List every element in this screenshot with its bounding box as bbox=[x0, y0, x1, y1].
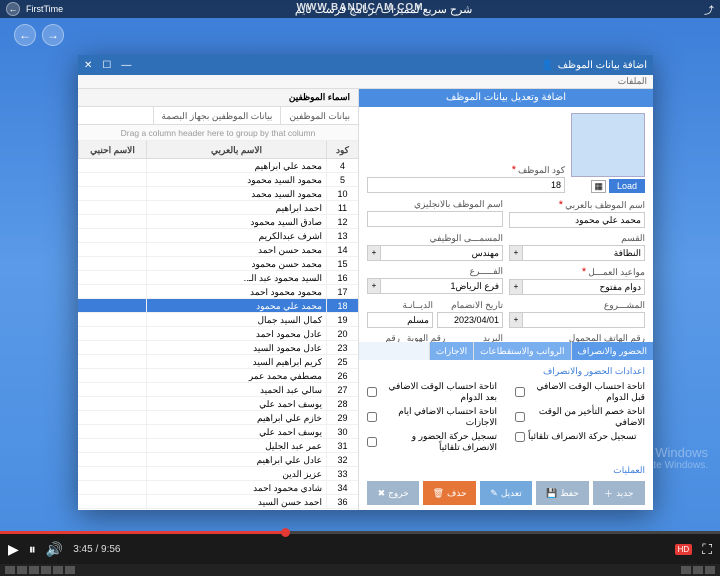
table-row[interactable]: 10محمود السيد محمد bbox=[78, 187, 358, 201]
chk-deduct-late[interactable] bbox=[515, 412, 525, 422]
ribbon-tab[interactable]: الملفات bbox=[618, 76, 647, 87]
edit-button[interactable]: ✎تعديل bbox=[480, 481, 532, 505]
table-row[interactable]: 16السيد محمود عبد الـ.. bbox=[78, 271, 358, 285]
table-row[interactable]: 11احمد ابراهيم bbox=[78, 201, 358, 215]
table-row[interactable]: 19كمال السيد جمال bbox=[78, 313, 358, 327]
maximize-icon[interactable]: ☐ bbox=[102, 60, 111, 71]
list-title: اسماء الموظفين bbox=[281, 92, 358, 103]
time-display: 3:45 / 9:56 bbox=[73, 544, 120, 555]
schedule-combo[interactable] bbox=[509, 279, 645, 295]
pause-button[interactable]: ⏸ bbox=[29, 541, 36, 558]
share-icon[interactable]: ⤴ bbox=[704, 2, 714, 17]
project-combo[interactable] bbox=[509, 312, 645, 328]
nav-back-button[interactable]: ← bbox=[14, 24, 36, 46]
table-row[interactable]: 17محمود محمود احمد bbox=[78, 285, 358, 299]
employee-window: ✕ ☐ — اضافة بيانات الموظف 👤 الملفات اضافة… bbox=[78, 55, 653, 510]
form-title: اضافة وتعديل بيانات الموظف bbox=[359, 89, 653, 107]
recorder-watermark: WWW.BANDICAM.COM bbox=[296, 2, 423, 13]
schedule-add-button[interactable]: + bbox=[509, 279, 523, 295]
name-ar-input[interactable] bbox=[509, 212, 645, 228]
table-row[interactable]: 15محمد حسن محمود bbox=[78, 257, 358, 271]
table-row[interactable]: 42محمود السيد محمود bbox=[78, 509, 358, 510]
branch-combo[interactable] bbox=[367, 278, 503, 294]
table-row[interactable]: 31عمر عبد الجليل bbox=[78, 439, 358, 453]
taskbar bbox=[0, 564, 720, 576]
back-nav-icon[interactable]: ← bbox=[6, 2, 20, 16]
employee-code-input[interactable] bbox=[367, 177, 565, 193]
image-icon[interactable]: ▦ bbox=[591, 180, 606, 193]
list-tab-data[interactable]: بيانات الموظفين bbox=[280, 107, 358, 124]
delete-button[interactable]: 🗑حذف bbox=[423, 481, 475, 505]
table-row[interactable]: 29خازم علي ابراهيم bbox=[78, 411, 358, 425]
table-row[interactable]: 13اشرف عبدالكريم bbox=[78, 229, 358, 243]
tab-leaves[interactable]: الاجازات bbox=[429, 342, 473, 360]
save-button[interactable]: 💾حفظ bbox=[536, 481, 588, 505]
branch-add-button[interactable]: + bbox=[367, 278, 381, 294]
load-photo-button[interactable]: Load bbox=[609, 179, 645, 193]
table-row[interactable]: 36احمد حسن السيد bbox=[78, 495, 358, 509]
join-date-input[interactable] bbox=[437, 312, 503, 328]
chk-ot-after[interactable] bbox=[367, 387, 377, 397]
dept-combo[interactable] bbox=[509, 245, 645, 261]
exit-button[interactable]: ✖خروج bbox=[367, 481, 419, 505]
table-row[interactable]: 23عادل محمود السيد bbox=[78, 341, 358, 355]
chk-auto-inout[interactable] bbox=[367, 437, 377, 447]
seek-bar[interactable] bbox=[0, 531, 720, 534]
chk-ot-holiday[interactable] bbox=[367, 412, 377, 422]
tab-salary[interactable]: الرواتب والاستقطاعات bbox=[473, 342, 570, 360]
table-row[interactable]: 32عادل علي ابراهيم bbox=[78, 453, 358, 467]
table-row[interactable]: 26مصطفي محمد عمر bbox=[78, 369, 358, 383]
hd-badge[interactable]: HD bbox=[675, 544, 693, 555]
table-row[interactable]: 28يوسف احمد علي bbox=[78, 397, 358, 411]
job-add-button[interactable]: + bbox=[367, 245, 381, 261]
windows-watermark: Activate Windows Go to Settings to activ… bbox=[550, 445, 708, 471]
minimize-icon[interactable]: — bbox=[121, 60, 131, 71]
table-row[interactable]: 33عزيز الدين bbox=[78, 467, 358, 481]
table-row[interactable]: 27سالي عبد الحميد bbox=[78, 383, 358, 397]
project-add-button[interactable]: + bbox=[509, 312, 523, 328]
close-icon[interactable]: ✕ bbox=[84, 60, 92, 71]
table-row[interactable]: 30يوسف احمد علي bbox=[78, 425, 358, 439]
play-button[interactable]: ▶ bbox=[8, 541, 19, 558]
table-row[interactable]: 20عادل محمود احمد bbox=[78, 327, 358, 341]
table-row[interactable]: 12صادق السيد محمود bbox=[78, 215, 358, 229]
chk-ot-before[interactable] bbox=[515, 387, 525, 397]
employee-photo bbox=[571, 113, 645, 177]
table-row[interactable]: 5محمود السيد محمود bbox=[78, 173, 358, 187]
new-button[interactable]: ＋جديد bbox=[593, 481, 645, 505]
window-title: اضافة بيانات الموظف bbox=[558, 60, 647, 71]
table-row[interactable]: 14محمد حسن احمد bbox=[78, 243, 358, 257]
user-icon: 👤 bbox=[541, 60, 553, 71]
group-hint: Drag a column header here to group by th… bbox=[78, 125, 358, 141]
app-name: FirstTime bbox=[26, 4, 63, 14]
chk-auto-out[interactable] bbox=[515, 432, 525, 442]
dept-add-button[interactable]: + bbox=[509, 245, 523, 261]
table-row[interactable]: 18محمد علي محمود bbox=[78, 299, 358, 313]
table-row[interactable]: 25كريم ابراهيم السيد bbox=[78, 355, 358, 369]
name-en-input[interactable] bbox=[367, 211, 503, 227]
video-player: ▶ ⏸ 🔊 3:45 / 9:56 HD ⛶ bbox=[0, 531, 720, 576]
volume-icon[interactable]: 🔊 bbox=[46, 541, 63, 558]
job-combo[interactable] bbox=[367, 245, 503, 261]
table-row[interactable]: 34شادي محمود احمد bbox=[78, 481, 358, 495]
nav-fwd-button[interactable]: → bbox=[42, 24, 64, 46]
list-tab-device[interactable]: بيانات الموظفين بجهاز البصمة bbox=[153, 107, 281, 124]
tab-attendance[interactable]: الحضور والانصراف bbox=[571, 342, 653, 360]
fullscreen-icon[interactable]: ⛶ bbox=[702, 541, 712, 558]
table-row[interactable]: 4محمد علي ابراهيم bbox=[78, 159, 358, 173]
religion-combo[interactable] bbox=[367, 312, 433, 328]
